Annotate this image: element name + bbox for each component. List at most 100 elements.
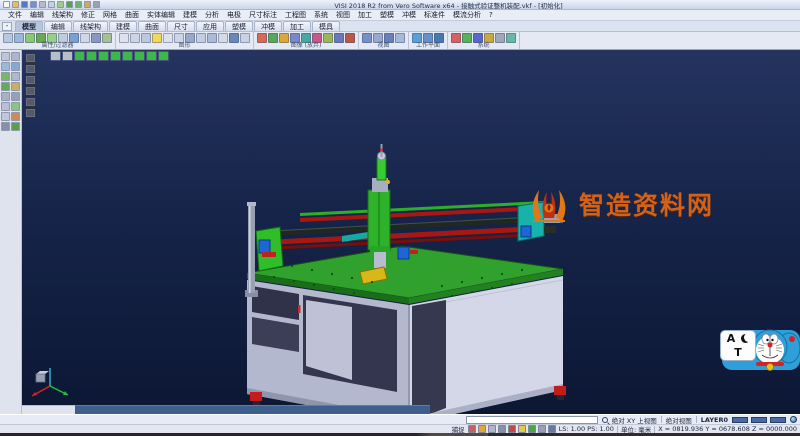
menu-item[interactable]: 分析 xyxy=(201,10,223,20)
print-preview-icon[interactable] xyxy=(48,1,55,8)
license-icon[interactable] xyxy=(484,33,494,43)
ribbon-tab[interactable]: 模具 xyxy=(312,21,340,31)
open-file-icon[interactable] xyxy=(12,1,19,8)
background-icon[interactable] xyxy=(229,33,239,43)
command-input[interactable] xyxy=(466,416,598,424)
view-next-icon[interactable] xyxy=(146,51,157,61)
menu-item[interactable]: 电极 xyxy=(223,10,245,20)
ribbon-tab[interactable]: 模型 xyxy=(15,21,43,31)
selection-filter-icon[interactable] xyxy=(69,33,79,43)
view-iso-icon[interactable] xyxy=(395,33,405,43)
spin-left-icon[interactable] xyxy=(110,51,121,61)
snap-grid-icon[interactable] xyxy=(468,425,476,433)
dock-wcs-icon[interactable] xyxy=(25,86,36,96)
color-filter-icon[interactable] xyxy=(25,33,35,43)
snap-perp-icon[interactable] xyxy=(538,425,546,433)
ime-halfwidth-icon[interactable] xyxy=(741,334,750,343)
gallery-icon[interactable] xyxy=(334,33,344,43)
ribbon-tab[interactable]: 应用 xyxy=(196,21,224,31)
ime-language-button[interactable]: A xyxy=(727,332,736,345)
active-layer[interactable]: LAYER0 xyxy=(701,416,728,424)
view-side-icon[interactable] xyxy=(384,33,394,43)
select-window-icon[interactable] xyxy=(11,52,20,61)
view-top-icon[interactable] xyxy=(362,33,372,43)
menu-item[interactable]: 实体编辑 xyxy=(143,10,179,20)
redo-icon[interactable] xyxy=(75,1,82,8)
ribbon-tab[interactable]: 加工 xyxy=(283,21,311,31)
menu-item[interactable]: 修正 xyxy=(77,10,99,20)
snapshot-icon[interactable] xyxy=(290,33,300,43)
menu-item[interactable]: 模流分析 xyxy=(449,10,485,20)
rotate-icon[interactable] xyxy=(1,82,10,91)
dock-layers-icon[interactable] xyxy=(25,64,36,74)
view-top-icon[interactable] xyxy=(62,51,73,61)
menu-item[interactable]: 尺寸标注 xyxy=(245,10,281,20)
menu-item[interactable]: 视图 xyxy=(332,10,354,20)
viewport-bottom-bar[interactable] xyxy=(75,405,430,414)
dock-views-icon[interactable] xyxy=(25,75,36,85)
zoom-window-icon[interactable] xyxy=(185,33,195,43)
rotate-y-icon[interactable] xyxy=(86,51,97,61)
zoom-fit-icon[interactable] xyxy=(1,72,10,81)
menu-item[interactable]: 线架构 xyxy=(48,10,77,20)
snap-settings-icon[interactable] xyxy=(548,425,556,433)
image-accept-icon[interactable] xyxy=(268,33,278,43)
transparency-icon[interactable] xyxy=(207,33,217,43)
ribbon-tab[interactable]: 建模 xyxy=(109,21,137,31)
attribute-icon[interactable] xyxy=(3,33,13,43)
ribbon-tab[interactable]: 线架构 xyxy=(73,21,108,31)
dynamic-rotate-icon[interactable] xyxy=(163,33,173,43)
menu-item[interactable]: 冲模 xyxy=(398,10,420,20)
help-icon[interactable] xyxy=(93,1,100,8)
menu-item[interactable]: 加工 xyxy=(354,10,376,20)
ribbon-tab[interactable]: 尺寸 xyxy=(167,21,195,31)
ribbon-tab[interactable]: 塑模 xyxy=(225,21,253,31)
stamp-icon[interactable] xyxy=(84,1,91,8)
new-file-icon[interactable] xyxy=(3,1,10,8)
rotate-z-icon[interactable] xyxy=(98,51,109,61)
menu-item[interactable]: 标准件 xyxy=(420,10,449,20)
menu-item[interactable]: ? xyxy=(485,11,497,19)
save-icon[interactable] xyxy=(21,1,28,8)
menu-item[interactable]: 系统 xyxy=(310,10,332,20)
view-mode[interactable]: 绝对视图 xyxy=(666,415,692,425)
zoom-in-icon[interactable] xyxy=(1,62,10,71)
workplane-align-icon[interactable] xyxy=(423,33,433,43)
view-home-icon[interactable] xyxy=(158,51,169,61)
print-icon[interactable] xyxy=(39,1,46,8)
layer-filter-icon[interactable] xyxy=(14,33,24,43)
snap-mid-icon[interactable] xyxy=(488,425,496,433)
refresh-icon[interactable] xyxy=(11,122,20,131)
line-icon[interactable] xyxy=(11,92,20,101)
snap-intersect-icon[interactable] xyxy=(508,425,516,433)
ribbon-tab[interactable]: 冲模 xyxy=(254,21,282,31)
hidden-line-icon[interactable] xyxy=(141,33,151,43)
delete-icon[interactable] xyxy=(11,112,20,121)
ribbon-tab[interactable]: 曲面 xyxy=(138,21,166,31)
dock-model-tree-icon[interactable] xyxy=(25,53,36,63)
snap-end-icon[interactable] xyxy=(478,425,486,433)
zoom-fit-icon[interactable] xyxy=(196,33,206,43)
workplane-reset-icon[interactable] xyxy=(434,33,444,43)
entity-filter-icon[interactable] xyxy=(47,33,57,43)
spin-right-icon[interactable] xyxy=(122,51,133,61)
select-icon[interactable] xyxy=(1,52,10,61)
menu-item[interactable]: 文件 xyxy=(4,10,26,20)
system-settings-icon[interactable] xyxy=(451,33,461,43)
menu-item[interactable]: 曲面 xyxy=(121,10,143,20)
snap-tangent-icon[interactable] xyxy=(528,425,536,433)
texture-icon[interactable] xyxy=(218,33,228,43)
trim-icon[interactable] xyxy=(1,112,10,121)
print-image-icon[interactable] xyxy=(312,33,322,43)
ime-panel[interactable]: A T xyxy=(720,330,756,361)
profile-icon[interactable] xyxy=(462,33,472,43)
zoom-out-icon[interactable] xyxy=(11,62,20,71)
compare-icon[interactable] xyxy=(345,33,355,43)
arc-icon[interactable] xyxy=(11,102,20,111)
view-reference[interactable]: 绝对 XY 上视图 xyxy=(612,415,657,425)
info-icon[interactable] xyxy=(495,33,505,43)
menu-item[interactable]: 网格 xyxy=(99,10,121,20)
dock-history-icon[interactable] xyxy=(25,97,36,107)
menu-item[interactable]: 塑模 xyxy=(376,10,398,20)
ime-text-mode-button[interactable]: T xyxy=(734,346,742,359)
